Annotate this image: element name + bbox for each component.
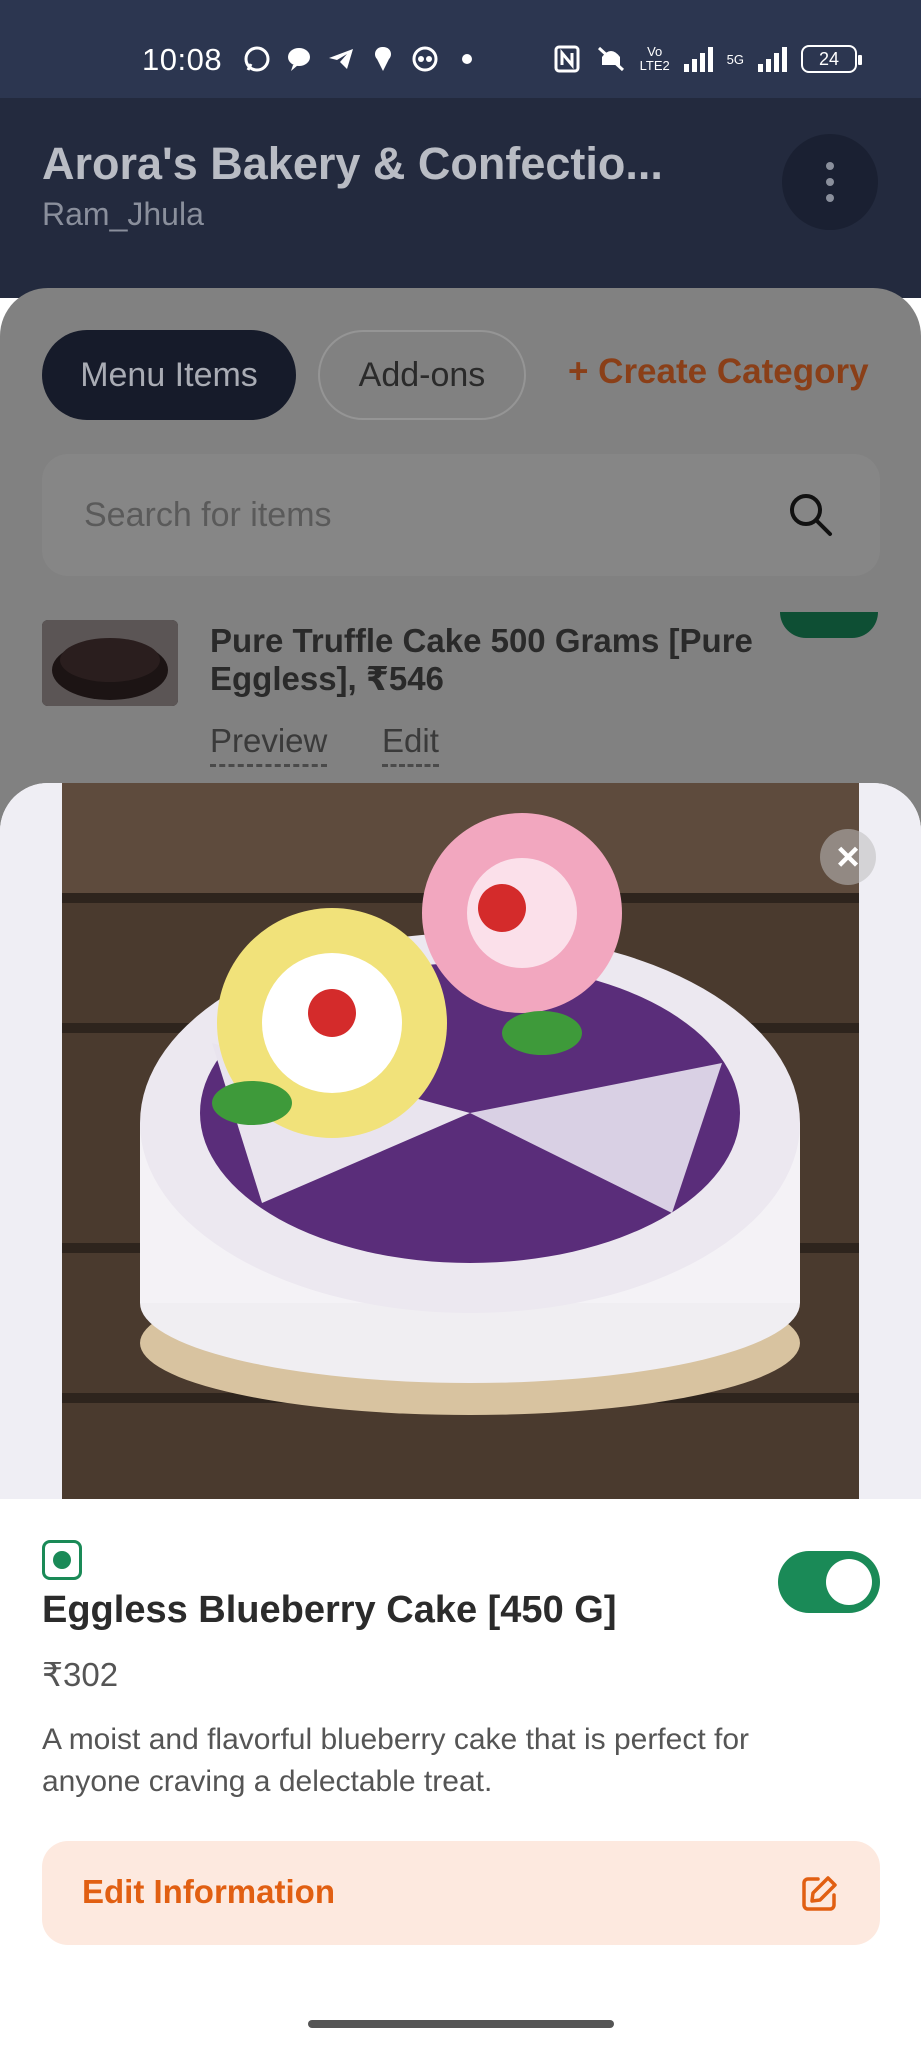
toggle-knob [826, 1559, 872, 1605]
whatsapp-icon [242, 44, 272, 74]
search-placeholder: Search for items [84, 496, 332, 534]
tab-menu-items[interactable]: Menu Items [42, 330, 296, 420]
edit-information-button[interactable]: Edit Information [42, 1841, 880, 1945]
search-icon[interactable] [786, 490, 836, 540]
item-name: Pure Truffle Cake 500 Grams [Pure Eggles… [210, 622, 753, 697]
5g-label: 5G [726, 51, 744, 67]
kebab-menu-icon[interactable] [782, 134, 878, 230]
product-image [62, 783, 859, 1499]
home-indicator[interactable] [308, 2020, 614, 2028]
product-image-area: × [0, 783, 921, 1499]
edit-icon [802, 1876, 837, 1911]
veg-indicator-icon [42, 1540, 82, 1580]
store-subtitle: Ram_Jhula [42, 196, 204, 232]
item-thumbnail [42, 620, 178, 706]
dot-indicator-icon [452, 44, 482, 74]
product-price: ₹302 [42, 1656, 119, 1693]
availability-toggle[interactable] [778, 1551, 880, 1613]
mute-icon [596, 44, 626, 74]
nfc-icon [552, 44, 582, 74]
store-title: Arora's Bakery & Confectio... [42, 138, 663, 189]
signal-5g-icon [758, 46, 787, 72]
product-description: A moist and flavorful blueberry cake tha… [42, 1723, 750, 1798]
create-category-link[interactable]: + Create Category [568, 352, 869, 392]
volte-label: Vo LTE2 [639, 44, 670, 73]
tab-addons[interactable]: Add-ons [318, 330, 526, 420]
signal-icon [683, 46, 713, 72]
edit-link[interactable]: Edit [382, 722, 439, 767]
product-name: Eggless Blueberry Cake [450 G] [42, 1589, 617, 1631]
system-icons: Vo LTE2 5G 24 [552, 44, 862, 74]
chat-icon [284, 44, 314, 74]
item-availability-toggle[interactable] [780, 612, 878, 638]
battery-icon: 24 [801, 45, 862, 73]
notification-icons [242, 44, 482, 74]
status-bar: 10:08 Vo LTE2 5G 24 [0, 0, 921, 98]
status-time: 10:08 [142, 42, 223, 77]
swiggy-icon [368, 44, 398, 74]
app-icon [410, 44, 440, 74]
close-icon[interactable]: × [820, 829, 876, 885]
product-detail-modal: × Eggless Blueberry Cake [450 G] ₹302 A … [0, 783, 921, 2048]
edit-information-label: Edit Information [82, 1873, 335, 1910]
preview-link[interactable]: Preview [210, 722, 328, 767]
telegram-icon [326, 44, 356, 74]
